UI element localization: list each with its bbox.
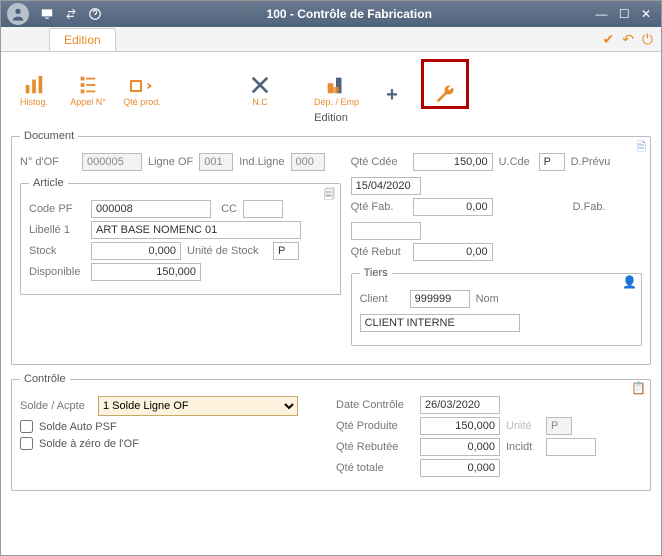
tabbar-actions: ✔ ↶ ⏻ — [602, 31, 653, 48]
form-body: Document 🗎 N° d'OF Ligne OF Ind.Ligne Ar… — [1, 124, 661, 555]
maximize-icon[interactable]: ☐ — [619, 7, 630, 21]
code-pf-label: Code PF — [29, 203, 85, 215]
tiers-legend: Tiers — [360, 267, 392, 279]
document-icon[interactable]: 🗎 — [636, 138, 646, 159]
bar-chart-icon — [22, 73, 46, 97]
transfer-icon[interactable] — [63, 6, 79, 22]
dfab-label: D.Fab. — [573, 201, 615, 213]
date-ctrl-field[interactable] — [420, 396, 500, 414]
client-field[interactable] — [410, 290, 470, 308]
no-of-label: N° d'OF — [20, 156, 76, 168]
date-ctrl-label: Date Contrôle — [336, 399, 414, 411]
person-icon[interactable]: 👤 — [622, 275, 637, 289]
plus-icon: + — [380, 83, 404, 107]
cc-label: CC — [217, 203, 237, 215]
libelle-label: Libellé 1 — [29, 224, 85, 236]
solde-auto-psf-check[interactable]: Solde Auto PSF — [20, 420, 326, 433]
toolbar-wrench[interactable] — [421, 59, 469, 109]
ligne-of-field — [199, 153, 233, 171]
dprevu-field[interactable] — [351, 177, 421, 195]
toolbar-qteprod[interactable]: Qté prod. — [117, 61, 167, 109]
solde-zero-of-checkbox[interactable] — [20, 437, 33, 450]
stock-field[interactable] — [91, 242, 181, 260]
dispo-label: Disponible — [29, 266, 85, 278]
qte-cdee-label: Qté Cdée — [351, 156, 407, 168]
list-tree-icon — [76, 73, 100, 97]
controle-legend: Contrôle — [20, 373, 70, 385]
solde-acpte-label: Solde / Acpte — [20, 400, 92, 412]
tab-edition[interactable]: Edition — [49, 28, 116, 51]
ligne-of-label: Ligne OF — [148, 156, 193, 168]
tiers-group: Tiers 👤 Client Nom — [351, 267, 642, 346]
document-legend: Document — [20, 130, 78, 142]
toolbar: Histog. Appel N° Qté prod. N.C Dép. / Em… — [1, 52, 661, 124]
qte-rebut-field[interactable] — [413, 243, 493, 261]
client-label: Client — [360, 293, 404, 305]
qte-rebut2-field[interactable] — [420, 438, 500, 456]
monitor-icon[interactable] — [39, 6, 55, 22]
help-icon[interactable] — [87, 6, 103, 22]
dfab-field[interactable] — [351, 222, 421, 240]
solde-auto-psf-checkbox[interactable] — [20, 420, 33, 433]
close-icon[interactable]: ✕ — [641, 7, 651, 21]
titlebar: 100 - Contrôle de Fabrication — ☐ ✕ — [1, 1, 661, 27]
minimize-icon[interactable]: — — [595, 7, 607, 21]
document-group: Document 🗎 N° d'OF Ligne OF Ind.Ligne Ar… — [11, 130, 651, 365]
qte-prod2-field[interactable] — [420, 417, 500, 435]
unite-label: Unité — [506, 420, 540, 432]
clipboard-icon[interactable]: 📋 — [631, 381, 646, 395]
libelle-field[interactable] — [91, 221, 301, 239]
incidt-field[interactable] — [546, 438, 596, 456]
solde-acpte-select[interactable]: 1 Solde Ligne OF — [98, 396, 298, 416]
qte-cdee-field[interactable] — [413, 153, 493, 171]
no-of-field — [82, 153, 142, 171]
ucde-label: U.Cde — [499, 156, 533, 168]
toolbar-histog[interactable]: Histog. — [9, 61, 59, 109]
toolbar-plus[interactable]: + — [367, 61, 417, 109]
ind-ligne-field — [291, 153, 325, 171]
qte-totale-label: Qté totale — [336, 462, 414, 474]
qte-totale-field[interactable] — [420, 459, 500, 477]
article-group: Article 🗐 Code PF CC Libellé 1 — [20, 177, 341, 295]
toolbar-sublabel: Edition — [9, 112, 653, 124]
nom-field[interactable] — [360, 314, 520, 332]
app-window: 100 - Contrôle de Fabrication — ☐ ✕ Edit… — [0, 0, 662, 556]
wrench-icon — [433, 82, 457, 106]
unit-stock-field[interactable] — [273, 242, 299, 260]
controle-group: Contrôle 📋 Solde / Acpte 1 Solde Ligne O… — [11, 373, 651, 491]
qte-rebut-label: Qté Rebut — [351, 246, 407, 258]
article-icon[interactable]: 🗐 — [324, 185, 336, 206]
user-avatar[interactable] — [7, 3, 29, 25]
dispo-field[interactable] — [91, 263, 201, 281]
toolbar-nc[interactable]: N.C — [235, 61, 285, 109]
cc-field[interactable] — [243, 200, 283, 218]
box-arrow-icon — [130, 73, 154, 97]
dprevu-label: D.Prévu — [571, 156, 613, 168]
nom-label: Nom — [476, 293, 504, 305]
article-legend: Article — [29, 177, 68, 189]
confirm-icon[interactable]: ✔ — [602, 31, 614, 48]
unite-field — [546, 417, 572, 435]
code-pf-field[interactable] — [91, 200, 211, 218]
tabbar: Edition ✔ ↶ ⏻ — [1, 27, 661, 52]
toolbar-depemp[interactable]: Dép. / Emp — [310, 61, 363, 109]
qte-fab-label: Qté Fab. — [351, 201, 407, 213]
toolbar-appel[interactable]: Appel N° — [63, 61, 113, 109]
unit-stock-label: Unité de Stock — [187, 245, 267, 257]
qte-prod2-label: Qté Produite — [336, 420, 414, 432]
incidt-label: Incidt — [506, 441, 540, 453]
warehouse-icon — [324, 73, 348, 97]
power-icon[interactable]: ⏻ — [642, 31, 653, 48]
ucde-field[interactable] — [539, 153, 565, 171]
undo-icon[interactable]: ↶ — [622, 31, 634, 48]
window-title: 100 - Contrôle de Fabrication — [107, 7, 591, 21]
qte-fab-field[interactable] — [413, 198, 493, 216]
ind-ligne-label: Ind.Ligne — [239, 156, 284, 168]
x-icon — [248, 73, 272, 97]
stock-label: Stock — [29, 245, 85, 257]
solde-zero-of-check[interactable]: Solde à zéro de l'OF — [20, 437, 326, 450]
qte-rebut2-label: Qté Rebutée — [336, 441, 414, 453]
